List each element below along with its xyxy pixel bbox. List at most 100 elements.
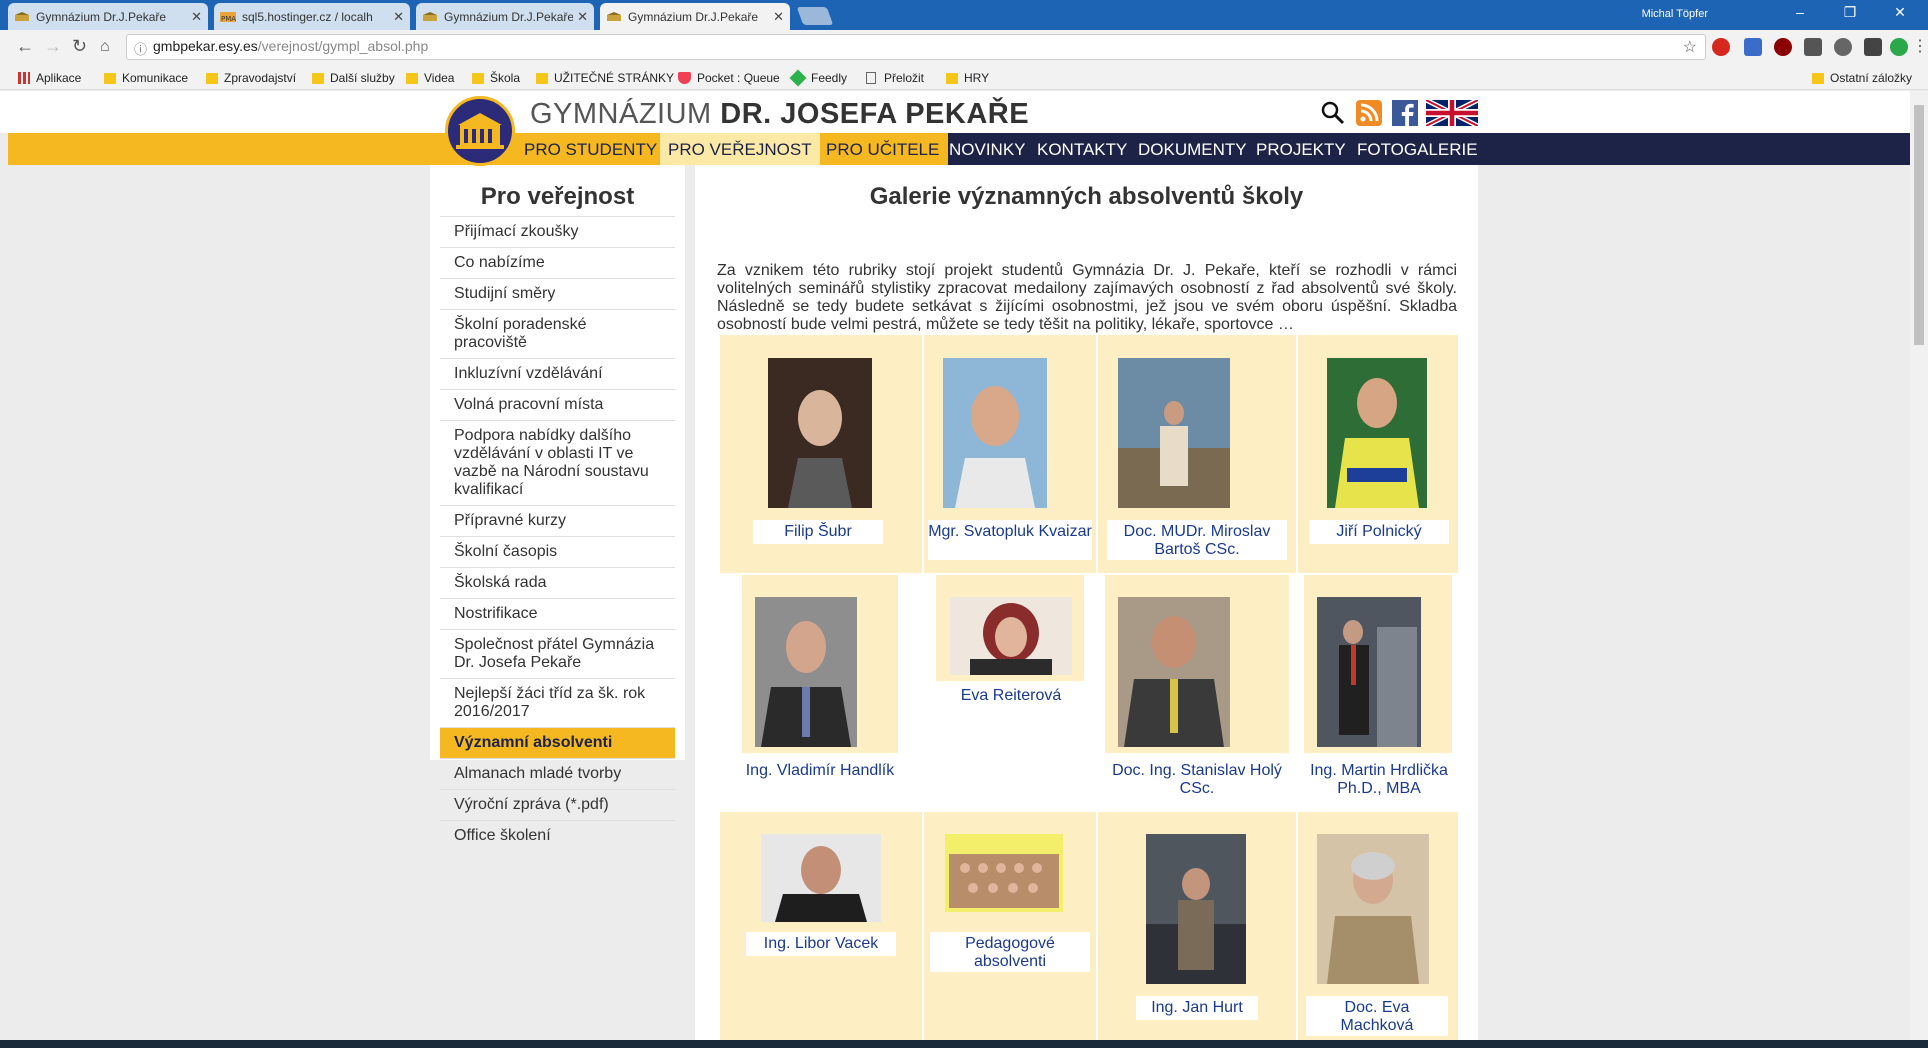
- close-tab-icon[interactable]: ✕: [577, 9, 588, 25]
- sidebar-item[interactable]: Podpora nabídky dalšího vzdělávání v obl…: [440, 420, 675, 505]
- folder-icon: [206, 72, 218, 84]
- scrollbar-thumb[interactable]: [1914, 105, 1924, 345]
- os-taskbar: [0, 1040, 1928, 1048]
- bookmark-other[interactable]: Ostatní záložky: [1812, 71, 1912, 85]
- graduate-photo[interactable]: [1317, 834, 1429, 984]
- star-bookmark-icon[interactable]: ☆: [1683, 37, 1697, 57]
- profile-name[interactable]: Michal Töpfer: [1642, 8, 1708, 20]
- graduate-photo[interactable]: [755, 597, 857, 747]
- sidebar-item[interactable]: Nejlepší žáci tříd za šk. rok 2016/2017: [440, 678, 675, 727]
- bookmark-folder[interactable]: Zpravodajství: [206, 71, 296, 85]
- bookmark-pocket[interactable]: Pocket : Queue: [678, 71, 780, 85]
- feedly-extension-icon[interactable]: [1890, 38, 1908, 56]
- bookmark-folder[interactable]: Další služby: [312, 71, 395, 85]
- browser-tab[interactable]: PMA sql5.hostinger.cz / localh ✕: [214, 3, 410, 30]
- sidebar-item[interactable]: Office školení: [440, 820, 675, 851]
- graduate-name-link[interactable]: Eva Reiterová: [926, 687, 1096, 707]
- nav-kontakty[interactable]: KONTAKTY: [1037, 140, 1127, 160]
- sidebar-item[interactable]: Studijní směry: [440, 278, 675, 309]
- minimize-icon[interactable]: –: [1780, 4, 1820, 20]
- graduate-name-link[interactable]: Ing. Vladimír Handlík: [728, 762, 912, 782]
- extension-icon[interactable]: [1804, 38, 1822, 56]
- graduate-photo[interactable]: [761, 834, 881, 922]
- graduate-photo[interactable]: [943, 358, 1047, 508]
- bookmark-folder[interactable]: UŽITEČNÉ STRÁNKY: [536, 71, 674, 85]
- sidebar-item[interactable]: Almanach mladé tvorby: [440, 758, 675, 789]
- english-flag-icon[interactable]: [1426, 100, 1478, 126]
- graduate-name-link[interactable]: Doc. MUDr. Miroslav Bartoš CSc.: [1107, 520, 1287, 560]
- graduate-photo[interactable]: [945, 834, 1063, 912]
- bookmark-folder[interactable]: Škola: [472, 71, 520, 85]
- nav-fotogalerie[interactable]: FOTOGALERIE: [1357, 140, 1478, 160]
- graduate-name-link[interactable]: Mgr. Svatopluk Kvaizar: [928, 520, 1092, 560]
- sidebar-item[interactable]: Co nabízíme: [440, 247, 675, 278]
- graduate-photo[interactable]: [1317, 597, 1421, 747]
- sidebar-item[interactable]: Volná pracovní místa: [440, 389, 675, 420]
- bookmark-folder[interactable]: Videa: [406, 71, 454, 85]
- close-window-icon[interactable]: ✕: [1880, 4, 1920, 21]
- facebook-icon[interactable]: [1392, 100, 1418, 126]
- graduate-photo[interactable]: [1327, 358, 1427, 508]
- sidebar-item[interactable]: Výroční zpráva (*.pdf): [440, 789, 675, 820]
- school-logo[interactable]: [445, 96, 515, 166]
- graduate-name-link[interactable]: Filip Šubr: [753, 520, 883, 544]
- apps-grid-icon: [18, 72, 30, 84]
- graduate-name-link[interactable]: Ing. Martin Hrdlička Ph.D., MBA: [1304, 762, 1454, 802]
- graduate-photo[interactable]: [768, 358, 872, 508]
- new-tab-button[interactable]: [796, 7, 834, 25]
- graduate-photo[interactable]: [1118, 597, 1230, 747]
- nav-pro-studenty[interactable]: PRO STUDENTY: [524, 140, 657, 160]
- info-icon[interactable]: ⓘ: [134, 39, 147, 58]
- sidebar-item[interactable]: Školní poradenské pracoviště: [440, 309, 675, 358]
- graduate-name-link[interactable]: Doc. Ing. Stanislav Holý CSc.: [1108, 762, 1286, 802]
- reload-icon[interactable]: ↻: [72, 36, 87, 57]
- ublock-extension-icon[interactable]: [1774, 38, 1792, 56]
- sidebar-item[interactable]: Inkluzívní vzdělávání: [440, 358, 675, 389]
- graduate-name-link[interactable]: Doc. Eva Machková: [1306, 996, 1448, 1036]
- nav-projekty[interactable]: PROJEKTY: [1256, 140, 1346, 160]
- mail-extension-icon[interactable]: [1744, 38, 1762, 56]
- bookmark-translate[interactable]: Přeložit: [866, 71, 924, 85]
- graduate-name-link[interactable]: Pedagogové absolventi: [930, 932, 1090, 972]
- bookmark-folder[interactable]: Komunikace: [104, 71, 188, 85]
- chrome-extension-icon[interactable]: [1834, 38, 1852, 56]
- sidebar-item[interactable]: Školská rada: [440, 567, 675, 598]
- forward-icon[interactable]: →: [44, 36, 62, 57]
- restore-icon[interactable]: ❐: [1830, 4, 1870, 21]
- nav-novinky[interactable]: NOVINKY: [949, 140, 1026, 160]
- search-icon[interactable]: [1320, 100, 1346, 126]
- nav-pro-verejnost[interactable]: PRO VEŘEJNOST: [660, 133, 820, 165]
- site-title[interactable]: GYMNÁZIUM DR. JOSEFA PEKAŘE: [530, 98, 1029, 131]
- nav-pro-ucitele[interactable]: PRO UČITELE: [826, 140, 939, 160]
- bookmark-folder[interactable]: HRY: [946, 71, 989, 85]
- sidebar-item[interactable]: Přípravné kurzy: [440, 505, 675, 536]
- sidebar-item[interactable]: Společnost přátel Gymnázia Dr. Josefa Pe…: [440, 629, 675, 678]
- browser-tab[interactable]: Gymnázium Dr.J.Pekaře ✕: [416, 3, 594, 30]
- sidebar-item-active[interactable]: Významní absolventi: [440, 727, 675, 758]
- pocket-extension-icon[interactable]: [1864, 38, 1882, 56]
- close-tab-icon[interactable]: ✕: [393, 9, 404, 25]
- graduate-photo[interactable]: [1118, 358, 1230, 508]
- bookmark-apps[interactable]: Aplikace: [18, 71, 81, 85]
- graduate-name-link[interactable]: Ing. Libor Vacek: [746, 932, 896, 956]
- bookmark-feedly[interactable]: Feedly: [789, 69, 847, 87]
- nav-dokumenty[interactable]: DOKUMENTY: [1138, 140, 1247, 160]
- address-bar[interactable]: ⓘ gmbpekar.esy.es/verejnost/gympl_absol.…: [126, 34, 1706, 60]
- browser-tab-active[interactable]: Gymnázium Dr.J.Pekaře ✕: [600, 3, 790, 31]
- sidebar-item[interactable]: Přijímací zkoušky: [440, 216, 675, 247]
- sidebar-item[interactable]: Nostrifikace: [440, 598, 675, 629]
- menu-icon[interactable]: ⋮: [1912, 36, 1928, 56]
- graduate-photo[interactable]: [950, 597, 1072, 675]
- rss-icon[interactable]: [1356, 100, 1382, 126]
- graduate-photo[interactable]: [1146, 834, 1246, 984]
- browser-tab[interactable]: Gymnázium Dr.J.Pekaře ✕: [8, 3, 208, 30]
- graduate-name-link[interactable]: Ing. Jan Hurt: [1136, 996, 1258, 1020]
- page-scrollbar[interactable]: [1910, 91, 1928, 1048]
- close-tab-icon[interactable]: ✕: [191, 9, 202, 25]
- close-tab-icon[interactable]: ✕: [773, 9, 784, 25]
- home-icon[interactable]: ⌂: [100, 38, 110, 56]
- back-icon[interactable]: ←: [16, 36, 34, 57]
- graduate-name-link[interactable]: Jiří Polnický: [1309, 520, 1449, 544]
- sidebar-item[interactable]: Školní časopis: [440, 536, 675, 567]
- adblock-extension-icon[interactable]: [1712, 38, 1730, 56]
